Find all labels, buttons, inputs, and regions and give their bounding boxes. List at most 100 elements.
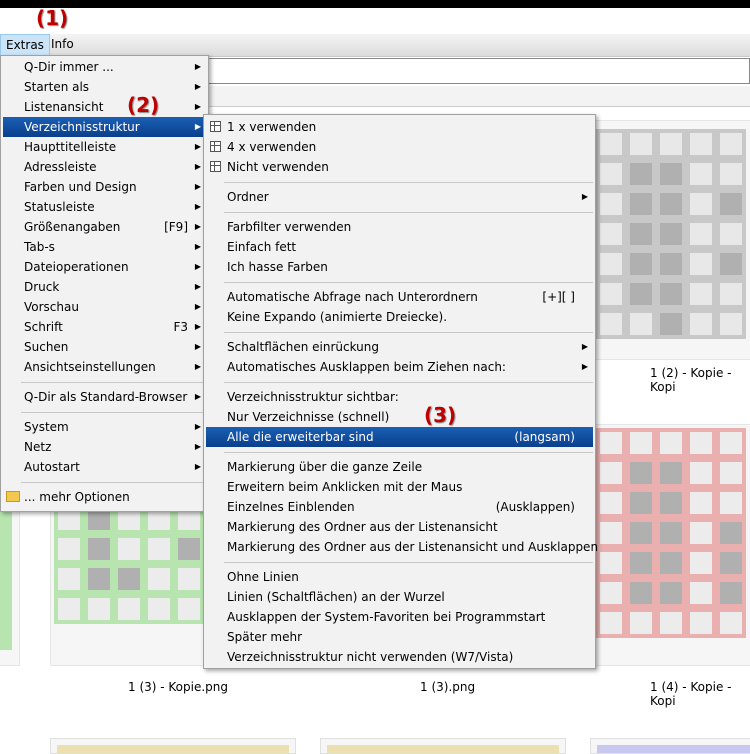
menu-item-label: Ausklappen der System-Favoriten bei Prog… — [227, 610, 546, 624]
menu-item-druck[interactable]: Druck ▶ — [3, 277, 206, 297]
menu-item-markierung-über-die-ganze-zeile[interactable]: Markierung über die ganze Zeile — [206, 457, 593, 477]
file-caption[interactable]: 1 (3).png — [420, 680, 475, 694]
menu-item-1-x-verwenden[interactable]: 1 x verwenden — [206, 117, 593, 137]
menu-item-ansichtseinstellungen[interactable]: Ansichtseinstellungen ▶ — [3, 357, 206, 377]
menu-info[interactable]: Info — [46, 34, 79, 54]
menu-item-nur-verzeichnisse-schnell[interactable]: Nur Verzeichnisse (schnell) — [206, 407, 593, 427]
submenu-arrow-icon: ▶ — [194, 422, 201, 431]
menu-item-einzelnes-einblenden[interactable]: Einzelnes Einblenden (Ausklappen) — [206, 497, 593, 517]
menu-item-ohne-linien[interactable]: Ohne Linien — [206, 567, 593, 587]
menu-item-dateioperationen[interactable]: Dateioperationen ▶ — [3, 257, 206, 277]
menu-item-farbfilter-verwenden[interactable]: Farbfilter verwenden — [206, 217, 593, 237]
thumbnail-pixel — [656, 458, 686, 488]
menu-item-label: Markierung über die ganze Zeile — [227, 460, 423, 474]
submenu-arrow-icon: ▶ — [194, 82, 201, 91]
menu-item-vorschau[interactable]: Vorschau ▶ — [3, 297, 206, 317]
thumbnail-pixel — [596, 608, 626, 638]
thumbnail-pixel — [626, 189, 656, 219]
thumbnail-pixel — [84, 534, 114, 564]
menu-item-mehr-optionen[interactable]: ... mehr Optionen — [3, 487, 206, 507]
menu-item-listenansicht[interactable]: Listenansicht ▶ — [3, 97, 206, 117]
menu-item-label: Q-Dir als Standard-Browser — [24, 390, 188, 404]
menu-item-ausklappen-der-system-favoriten-bei-programmstart[interactable]: Ausklappen der System-Favoriten bei Prog… — [206, 607, 593, 627]
thumbnail-pixel — [716, 488, 746, 518]
menu-item-farben-und-design[interactable]: Farben und Design ▶ — [3, 177, 206, 197]
thumbnail-pixel — [686, 189, 716, 219]
file-thumbnail-lavender[interactable] — [590, 738, 750, 754]
thumbnail-pixel — [656, 548, 686, 578]
thumbnail-pixel — [686, 488, 716, 518]
menu-item-label: Tab-s — [24, 240, 55, 254]
menu-item-markierung-des-ordner-aus-der-listenansicht-und-ausklappen[interactable]: Markierung des Ordner aus der Listenansi… — [206, 537, 598, 557]
menu-item-schaltflächen-einrückung[interactable]: Schaltflächen einrückung ▶ — [206, 337, 593, 357]
menu-item-label: Listenansicht — [24, 100, 104, 114]
menu-item-ordner[interactable]: Ordner ▶ — [206, 187, 593, 207]
menu-item-4-x-verwenden[interactable]: 4 x verwenden — [206, 137, 593, 157]
menu-item-verzeichnisstruktur-sichtbar[interactable]: Verzeichnisstruktur sichtbar: — [206, 387, 593, 407]
menu-item-q-dir-immer[interactable]: Q-Dir immer ... ▶ — [3, 57, 206, 77]
thumbnail-pixel — [686, 608, 716, 638]
menu-item-netz[interactable]: Netz ▶ — [3, 437, 206, 457]
menu-item-schrift[interactable]: Schrift F3 ▶ — [3, 317, 206, 337]
thumbnail-pixel — [144, 534, 174, 564]
menu-separator — [21, 482, 206, 483]
submenu-arrow-icon: ▶ — [194, 222, 201, 231]
menu-item-system[interactable]: System ▶ — [3, 417, 206, 437]
thumbnail-pixel — [174, 594, 204, 624]
file-caption[interactable]: 1 (4) - Kopie - Kopi — [650, 680, 750, 708]
address-bar[interactable] — [200, 58, 750, 84]
file-caption[interactable]: 1 (3) - Kopie.png — [128, 680, 228, 694]
thumbnail-pixel — [114, 534, 144, 564]
menu-item-label: Ordner — [227, 190, 269, 204]
submenu-arrow-icon: ▶ — [194, 462, 201, 471]
menu-item-ich-hasse-farben[interactable]: Ich hasse Farben — [206, 257, 593, 277]
menu-item-label: Nicht verwenden — [227, 160, 329, 174]
menu-item-tab-s[interactable]: Tab-s ▶ — [3, 237, 206, 257]
menu-item-label: Nur Verzeichnisse (schnell) — [227, 410, 390, 424]
thumbnail-pixel — [626, 219, 656, 249]
menu-item-später-mehr[interactable]: Später mehr — [206, 627, 593, 647]
menu-separator — [224, 182, 593, 183]
menu-item-haupttitelleiste[interactable]: Haupttitelleiste ▶ — [3, 137, 206, 157]
menu-item-verzeichnisstruktur-nicht-verwenden-w7-vista[interactable]: Verzeichnisstruktur nicht verwenden (W7/… — [206, 647, 593, 667]
menu-item-label: Farben und Design — [24, 180, 137, 194]
step-marker-3: (3) — [424, 403, 457, 427]
file-caption[interactable]: 1 (2) - Kopie - Kopi — [650, 366, 750, 394]
menu-item-linien-schaltflächen-an-der-wurzel[interactable]: Linien (Schaltflächen) an der Wurzel — [206, 587, 593, 607]
menu-item-label: Markierung des Ordner aus der Listenansi… — [227, 520, 498, 534]
menu-item-automatisches-ausklappen-beim-ziehen-nach[interactable]: Automatisches Ausklappen beim Ziehen nac… — [206, 357, 593, 377]
menu-item-automatische-abfrage-nach-unterordnern[interactable]: Automatische Abfrage nach Unterordnern [+… — [206, 287, 593, 307]
thumbnail-pixel — [596, 159, 626, 189]
thumbnail-pixel — [174, 534, 204, 564]
file-thumbnail-beige[interactable] — [320, 738, 566, 754]
step-marker-2: (2) — [127, 93, 160, 117]
menu-item-suchen[interactable]: Suchen ▶ — [3, 337, 206, 357]
thumbnail-pixel — [716, 578, 746, 608]
menu-item-keine-expando-animierte-dreiecke[interactable]: Keine Expando (animierte Dreiecke). — [206, 307, 593, 327]
submenu-arrow-icon: ▶ — [194, 392, 201, 401]
menu-item-einfach-fett[interactable]: Einfach fett — [206, 237, 593, 257]
menu-item-label: Linien (Schaltflächen) an der Wurzel — [227, 590, 445, 604]
menu-item-nicht-verwenden[interactable]: Nicht verwenden — [206, 157, 593, 177]
menu-item-q-dir-als-standard-browser[interactable]: Q-Dir als Standard-Browser ▶ — [3, 387, 206, 407]
submenu-arrow-icon: ▶ — [194, 322, 201, 331]
thumbnail-pixel — [626, 608, 656, 638]
step-marker-1: (1) — [36, 6, 69, 30]
menu-item-starten-als[interactable]: Starten als ▶ — [3, 77, 206, 97]
thumbnail-pixel — [686, 309, 716, 339]
menu-item-shortcut: (Ausklappen) — [495, 500, 575, 514]
menu-item-alle-die-erweiterbar-sind[interactable]: Alle die erweiterbar sind (langsam) — [206, 427, 593, 447]
file-thumbnail-beige[interactable] — [50, 738, 296, 754]
thumbnail-pixel — [686, 428, 716, 458]
menu-extras[interactable]: Extras — [0, 34, 50, 56]
menu-item-autostart[interactable]: Autostart ▶ — [3, 457, 206, 477]
menu-item-größenangaben[interactable]: Größenangaben [F9] ▶ — [3, 217, 206, 237]
thumbnail-pixel — [656, 279, 686, 309]
menu-item-adressleiste[interactable]: Adressleiste ▶ — [3, 157, 206, 177]
menu-item-verzeichnisstruktur[interactable]: Verzeichnisstruktur ▶ — [3, 117, 206, 137]
menu-item-erweitern-beim-anklicken-mit-der-maus[interactable]: Erweitern beim Anklicken mit der Maus — [206, 477, 593, 497]
menu-item-label: Verzeichnisstruktur sichtbar: — [227, 390, 399, 404]
menu-item-markierung-des-ordner-aus-der-listenansicht[interactable]: Markierung des Ordner aus der Listenansi… — [206, 517, 593, 537]
menu-item-statusleiste[interactable]: Statusleiste ▶ — [3, 197, 206, 217]
submenu-arrow-icon: ▶ — [194, 162, 201, 171]
